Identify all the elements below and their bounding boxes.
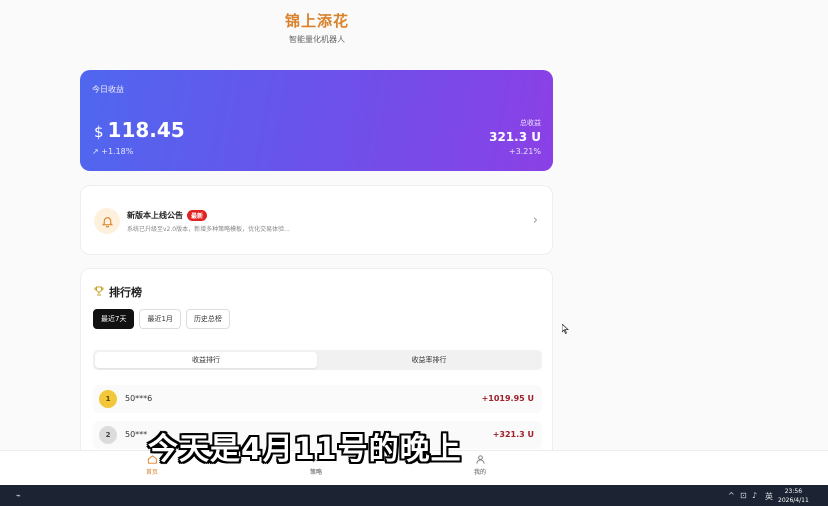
rank-value: +321.3 U	[492, 430, 534, 439]
earnings-value: 118.45	[107, 118, 185, 142]
trend-up-icon: ↗	[92, 147, 99, 156]
brand-title: 锦上添花	[284, 12, 349, 30]
earnings-change-value: +1.18%	[101, 147, 134, 156]
nav-profile[interactable]: 我的	[460, 454, 500, 476]
rank-value: +1019.95 U	[481, 394, 534, 403]
total-earnings-change: +3.21%	[508, 147, 541, 156]
total-earnings-value: 321.3 U	[489, 130, 541, 144]
nav-profile-label: 我的	[473, 469, 486, 476]
chevron-up-icon[interactable]: ^	[728, 491, 735, 500]
tab-last-7-days[interactable]: 最近7天	[93, 309, 135, 329]
leaderboard-header: 排行榜	[93, 284, 142, 300]
earnings-label: 今日收益	[92, 85, 124, 94]
windows-taskbar: ⌁ ^ ⊡ ♪ 英 23:56 2026/4/11	[0, 485, 828, 506]
rank-user: 50***6	[125, 394, 153, 403]
announcement-title: 新版本上线公告 最新	[127, 210, 208, 221]
start-icon[interactable]: ⌁	[16, 491, 21, 500]
chevron-right-icon[interactable]: ›	[533, 213, 538, 228]
segment-rate-rank[interactable]: 收益率排行	[318, 352, 540, 368]
brand-subtitle: 智能量化机器人	[289, 35, 345, 44]
trophy-icon	[93, 285, 105, 300]
announcement-card[interactable]: 新版本上线公告 最新 系统已升级至v2.0版本，新增多种策略模板，优化交易体验..…	[80, 185, 553, 255]
leaderboard-row[interactable]: 1 50***6 +1019.95 U	[93, 385, 542, 413]
earnings-change: ↗ +1.18%	[92, 147, 133, 156]
rank-number: 1	[99, 390, 117, 408]
new-badge: 最新	[187, 210, 208, 221]
leaderboard-title: 排行榜	[109, 286, 142, 299]
network-icon[interactable]: ⊡	[740, 491, 747, 500]
brand-header: 锦上添花 智能量化机器人	[230, 10, 404, 45]
mouse-cursor-icon	[561, 319, 570, 338]
earnings-amount: $118.45	[94, 118, 185, 142]
volume-icon[interactable]: ♪	[752, 491, 757, 500]
segment-earnings-rank[interactable]: 收益排行	[95, 352, 317, 368]
bell-icon	[94, 208, 120, 234]
input-method-indicator[interactable]: 英	[765, 491, 773, 502]
period-tabs: 最近7天 最近1月 历史总榜	[93, 309, 230, 329]
clock-date: 2026/4/11	[778, 497, 809, 504]
rank-number: 2	[99, 426, 117, 444]
tab-all-time[interactable]: 历史总榜	[185, 309, 230, 329]
earnings-card: 今日收益 $118.45 ↗ +1.18% 总收益 321.3 U +3.21%	[80, 70, 553, 171]
rank-user: 50***	[125, 430, 148, 439]
total-earnings-label: 总收益	[520, 119, 541, 127]
user-icon	[460, 454, 500, 467]
currency-symbol: $	[94, 123, 104, 141]
announcement-title-text: 新版本上线公告	[127, 211, 183, 220]
nav-strategy-label: 策略	[309, 469, 322, 476]
system-clock[interactable]: 23:56 2026/4/11	[778, 487, 809, 505]
ranking-type-switch: 收益排行 收益率排行	[93, 350, 542, 370]
video-subtitle: 今天是4月11号的晚上	[148, 432, 462, 467]
clock-time: 23:56	[784, 488, 803, 495]
nav-home-label: 首页	[145, 469, 158, 476]
announcement-description: 系统已升级至v2.0版本，新增多种策略模板，优化交易体验...	[127, 226, 290, 233]
tab-last-month[interactable]: 最近1月	[139, 309, 181, 329]
